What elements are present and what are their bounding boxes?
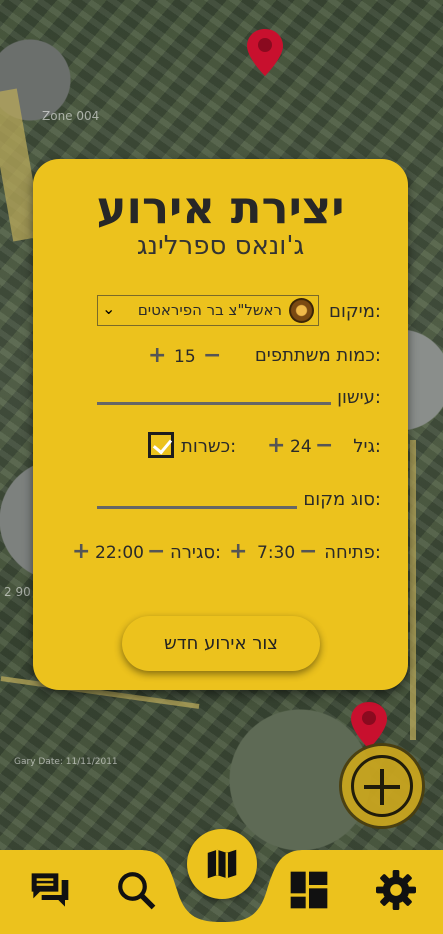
participants-value: 15 <box>174 347 196 367</box>
closing-plus-button[interactable]: + <box>72 541 90 563</box>
smoking-label: עישון: <box>337 387 381 408</box>
age-label: גיל: <box>353 436 381 457</box>
dialog-title: יצירת אירוע <box>96 181 345 234</box>
participants-plus-button[interactable]: + <box>148 345 166 367</box>
opening-plus-button[interactable]: + <box>229 541 247 563</box>
create-event-dialog: יצירת אירוע ג'ונאס ספרלינג מיקום: ⌄ ראשל… <box>33 159 408 690</box>
nav-map-button[interactable] <box>187 829 257 899</box>
dashboard-icon[interactable] <box>289 870 329 910</box>
opening-value: 7:30 <box>257 543 296 563</box>
dialog-subtitle: ג'ונאס ספרלינג <box>136 231 305 261</box>
map-pin-icon[interactable] <box>246 27 284 77</box>
kosher-checkbox[interactable] <box>148 432 174 458</box>
closing-label: סגירה: <box>170 542 222 563</box>
map-grid-label: 2 90 <box>4 585 31 599</box>
location-select[interactable]: ⌄ ראשל"צ בר הפיראטים <box>97 295 319 326</box>
map-zone-label: Zone 004 <box>42 109 100 123</box>
chat-icon[interactable] <box>29 870 71 910</box>
closing-minus-button[interactable]: − <box>147 541 165 563</box>
map-imagery-date: Gary Date: 11/11/2011 <box>14 757 118 767</box>
map-road <box>410 440 416 740</box>
place-type-label: סוג מקום: <box>303 489 381 510</box>
age-plus-button[interactable]: + <box>267 435 285 457</box>
search-icon[interactable] <box>115 869 157 911</box>
age-value: 24 <box>290 437 312 457</box>
opening-label: פתיחה: <box>324 542 381 563</box>
participants-minus-button[interactable]: − <box>203 345 221 367</box>
opening-minus-button[interactable]: − <box>299 541 317 563</box>
chevron-down-icon: ⌄ <box>102 299 116 318</box>
smoking-input[interactable] <box>97 402 331 405</box>
closing-value: 22:00 <box>95 543 144 563</box>
plus-circle-icon <box>351 755 413 817</box>
venue-logo-icon <box>289 298 314 323</box>
location-label: מיקום: <box>329 301 381 322</box>
location-selected: ראשל"צ בר הפיראטים <box>137 301 282 319</box>
participants-label: כמות משתתפים: <box>254 345 381 366</box>
place-type-input[interactable] <box>97 506 297 509</box>
create-event-button[interactable]: צור אירוע חדש <box>122 616 320 671</box>
add-event-button[interactable] <box>339 743 425 829</box>
gear-icon[interactable] <box>376 870 416 910</box>
map-icon <box>207 849 237 879</box>
age-minus-button[interactable]: − <box>315 435 333 457</box>
kosher-label: כשרות: <box>181 436 237 457</box>
